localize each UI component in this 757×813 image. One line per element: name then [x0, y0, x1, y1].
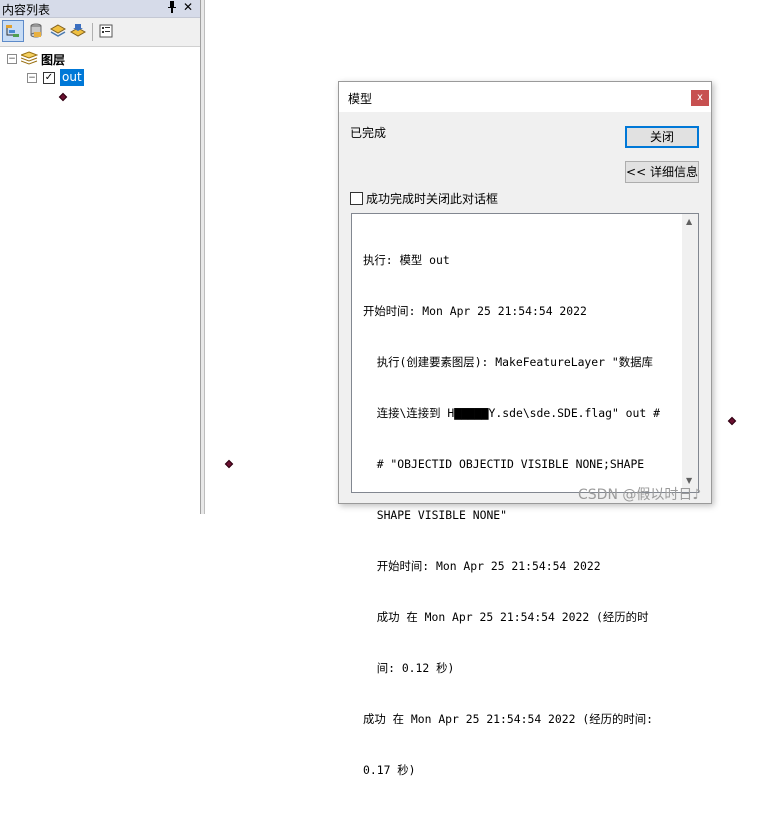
- message-log[interactable]: 执行: 模型 out 开始时间: Mon Apr 25 21:54:54 202…: [351, 213, 699, 777]
- log-line: 执行(创建要素图层): MakeFeatureLayer "数据库: [363, 355, 653, 369]
- status-text: 已完成: [350, 126, 387, 140]
- panel-splitter[interactable]: [201, 0, 205, 514]
- layers-icon: [19, 51, 39, 68]
- close-button[interactable]: 关闭: [625, 126, 699, 148]
- toolbar-separator: [92, 23, 93, 41]
- auto-close-label[interactable]: 成功完成时关闭此对话框: [366, 190, 498, 207]
- log-line: 连接\连接到 H▇▇▇▇▇Y.sde\sde.SDE.flag" out #: [363, 406, 660, 420]
- watermark: CSDN @假以时日♪: [578, 487, 702, 503]
- log-line: 开始时间: Mon Apr 25 21:54:54 2022: [363, 304, 587, 318]
- log-line: # "OBJECTID OBJECTID VISIBLE NONE;SHAPE: [363, 457, 645, 471]
- map-point-marker: [727, 416, 737, 426]
- model-dialog: 模型 x 已完成 关闭 << 详细信息 成功完成时关闭此对话框 执行: 模型 o…: [338, 81, 712, 777]
- toc-tree: − 图层 − ✓ out: [0, 47, 200, 514]
- log-line: 成功 在 Mon Apr 25 21:54:54 2022 (经历的时: [363, 610, 649, 624]
- log-line: SHAPE VISIBLE NONE": [363, 508, 508, 522]
- list-by-drawing-order-icon[interactable]: [2, 20, 24, 42]
- toc-title: 内容列表: [2, 3, 51, 17]
- collapse-layer-icon[interactable]: −: [27, 73, 37, 83]
- map-point-marker: [224, 459, 234, 469]
- log-line: 开始时间: Mon Apr 25 21:54:54 2022: [363, 559, 601, 573]
- log-line: 成功 在 Mon Apr 25 21:54:54 2022 (经历的时间:: [363, 712, 653, 726]
- dialog-close-button[interactable]: x: [691, 90, 709, 106]
- collapse-layers-icon[interactable]: −: [7, 54, 17, 64]
- log-line: 0.17 秒): [363, 763, 416, 777]
- options-icon[interactable]: [96, 21, 116, 41]
- log-text: 执行: 模型 out 开始时间: Mon Apr 25 21:54:54 202…: [363, 218, 678, 813]
- dialog-title: 模型: [348, 92, 373, 106]
- list-by-source-icon[interactable]: [26, 21, 46, 41]
- toc-header: 内容列表 ✕: [0, 0, 200, 18]
- list-by-selection-icon[interactable]: [68, 21, 88, 41]
- scroll-up-icon[interactable]: ▲: [686, 217, 692, 226]
- pin-icon[interactable]: [167, 0, 177, 17]
- close-icon[interactable]: ✕: [183, 0, 193, 14]
- details-toggle-button[interactable]: << 详细信息: [625, 161, 699, 183]
- auto-close-checkbox[interactable]: [350, 192, 363, 205]
- layer-name-out[interactable]: out: [60, 69, 84, 86]
- layer-visibility-checkbox[interactable]: ✓: [43, 72, 55, 84]
- toc-toolbar: [0, 18, 200, 47]
- dialog-titlebar[interactable]: 模型 x: [339, 82, 711, 112]
- point-symbol-icon: [58, 92, 68, 102]
- vertical-scrollbar[interactable]: ▲ ▼: [682, 214, 698, 492]
- table-of-contents-panel: 内容列表 ✕ − 图层 − ✓ out: [0, 0, 201, 514]
- layers-root-label[interactable]: 图层: [41, 51, 65, 68]
- list-by-visibility-icon[interactable]: [48, 21, 68, 41]
- log-line: 执行: 模型 out: [363, 253, 450, 267]
- log-line: 间: 0.12 秒): [363, 661, 455, 675]
